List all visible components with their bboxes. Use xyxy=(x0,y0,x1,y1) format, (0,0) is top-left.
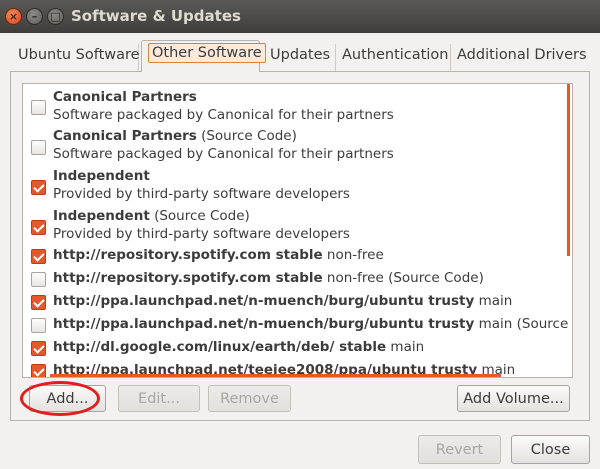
source-suffix: non-free (Source Code) xyxy=(322,270,484,286)
add-volume-button-label: Add Volume... xyxy=(463,390,564,407)
source-checkbox[interactable] xyxy=(31,249,46,264)
source-name: Independent xyxy=(53,208,150,224)
source-row-burg-source[interactable]: http://ppa.launchpad.net/n-muench/burg/u… xyxy=(23,315,572,337)
window-close-icon[interactable]: × xyxy=(5,8,22,25)
vertical-scrollbar[interactable] xyxy=(567,84,570,256)
source-row-google-earth[interactable]: http://dl.google.com/linux/earth/deb/ st… xyxy=(23,338,568,360)
tab-label: Authentication xyxy=(342,47,449,63)
tab-label: Updates xyxy=(270,47,331,63)
window-title: Software & Updates xyxy=(71,7,241,25)
tab-other-software[interactable]: Other Software xyxy=(141,40,266,72)
source-checkbox[interactable] xyxy=(31,140,46,155)
source-name: Canonical Partners xyxy=(53,128,197,144)
source-name: http://ppa.launchpad.net/n-muench/burg/u… xyxy=(53,293,475,309)
source-checkbox[interactable] xyxy=(31,272,46,287)
window-minimize-icon[interactable]: – xyxy=(26,8,43,25)
source-row-canonical-partners[interactable]: Canonical Partners Software packaged by … xyxy=(23,88,568,128)
remove-button[interactable]: Remove xyxy=(208,385,291,412)
source-description: Provided by third-party software develop… xyxy=(53,226,350,242)
source-checkbox[interactable] xyxy=(31,318,46,333)
source-title: Independent (Source Code) xyxy=(53,208,250,224)
source-suffix: main (Source Code) xyxy=(478,316,572,332)
tab-updates[interactable]: Updates xyxy=(262,44,336,71)
source-checkbox[interactable] xyxy=(31,341,46,356)
source-row-canonical-partners-source[interactable]: Canonical Partners (Source Code) Softwar… xyxy=(23,128,568,168)
revert-button[interactable]: Revert xyxy=(418,435,501,464)
source-row-spotify-source[interactable]: http://repository.spotify.com stable non… xyxy=(23,269,568,291)
source-suffix: non-free xyxy=(322,247,384,263)
source-description: Provided by third-party software develop… xyxy=(53,186,350,202)
tab-additional-drivers[interactable]: Additional Drivers xyxy=(451,44,591,71)
source-name: http://dl.google.com/linux/earth/deb/ st… xyxy=(53,339,387,355)
source-title: http://ppa.launchpad.net/n-muench/burg/u… xyxy=(53,293,512,309)
source-description: Software packaged by Canonical for their… xyxy=(53,107,394,123)
tab-bar: Ubuntu Software Other Software Updates A… xyxy=(10,40,591,72)
source-row-burg[interactable]: http://ppa.launchpad.net/n-muench/burg/u… xyxy=(23,292,568,314)
source-title: http://ppa.launchpad.net/n-muench/burg/u… xyxy=(53,316,572,332)
remove-button-label: Remove xyxy=(220,390,279,407)
source-suffix: main xyxy=(474,293,513,309)
revert-button-label: Revert xyxy=(435,441,484,458)
edit-button[interactable]: Edit... xyxy=(118,385,200,412)
tab-authentication[interactable]: Authentication xyxy=(336,44,451,71)
edit-button-label: Edit... xyxy=(138,390,180,407)
tab-label: Ubuntu Software xyxy=(18,47,140,63)
close-button-label: Close xyxy=(530,441,571,458)
title-bar: × – □ Software & Updates xyxy=(0,0,600,33)
source-title: http://repository.spotify.com stable non… xyxy=(53,247,384,263)
tab-label: Other Software xyxy=(148,43,266,63)
tab-ubuntu-software[interactable]: Ubuntu Software xyxy=(10,44,140,71)
source-name: http://ppa.launchpad.net/n-muench/burg/u… xyxy=(53,316,475,332)
source-row-independent[interactable]: Independent Provided by third-party soft… xyxy=(23,168,568,208)
source-title: http://dl.google.com/linux/earth/deb/ st… xyxy=(53,339,424,355)
software-sources-list[interactable]: Canonical Partners Software packaged by … xyxy=(22,83,573,378)
source-description: Software packaged by Canonical for their… xyxy=(53,146,394,162)
source-title: Canonical Partners xyxy=(53,89,197,105)
source-checkbox[interactable] xyxy=(31,180,46,195)
source-checkbox[interactable] xyxy=(31,364,46,377)
horizontal-scrollbar[interactable] xyxy=(50,374,501,377)
window-maximize-icon[interactable]: □ xyxy=(47,8,64,25)
source-suffix: main xyxy=(386,339,425,355)
source-name: Canonical Partners xyxy=(53,89,197,105)
source-name: Independent xyxy=(53,168,150,184)
source-title: http://repository.spotify.com stable non… xyxy=(53,270,484,286)
add-volume-button[interactable]: Add Volume... xyxy=(457,385,570,412)
tab-label: Additional Drivers xyxy=(457,47,587,63)
source-name: http://repository.spotify.com stable xyxy=(53,247,323,263)
source-suffix: (Source Code) xyxy=(149,208,250,224)
close-button[interactable]: Close xyxy=(511,435,590,464)
source-row-spotify[interactable]: http://repository.spotify.com stable non… xyxy=(23,246,568,268)
source-checkbox[interactable] xyxy=(31,100,46,115)
source-name: http://repository.spotify.com stable xyxy=(53,270,323,286)
source-title: Canonical Partners (Source Code) xyxy=(53,128,297,144)
source-title: Independent xyxy=(53,168,150,184)
source-checkbox[interactable] xyxy=(31,295,46,310)
source-suffix: (Source Code) xyxy=(196,128,297,144)
source-checkbox[interactable] xyxy=(31,220,46,235)
highlight-circle xyxy=(20,381,100,416)
source-row-independent-source[interactable]: Independent (Source Code) Provided by th… xyxy=(23,208,568,248)
